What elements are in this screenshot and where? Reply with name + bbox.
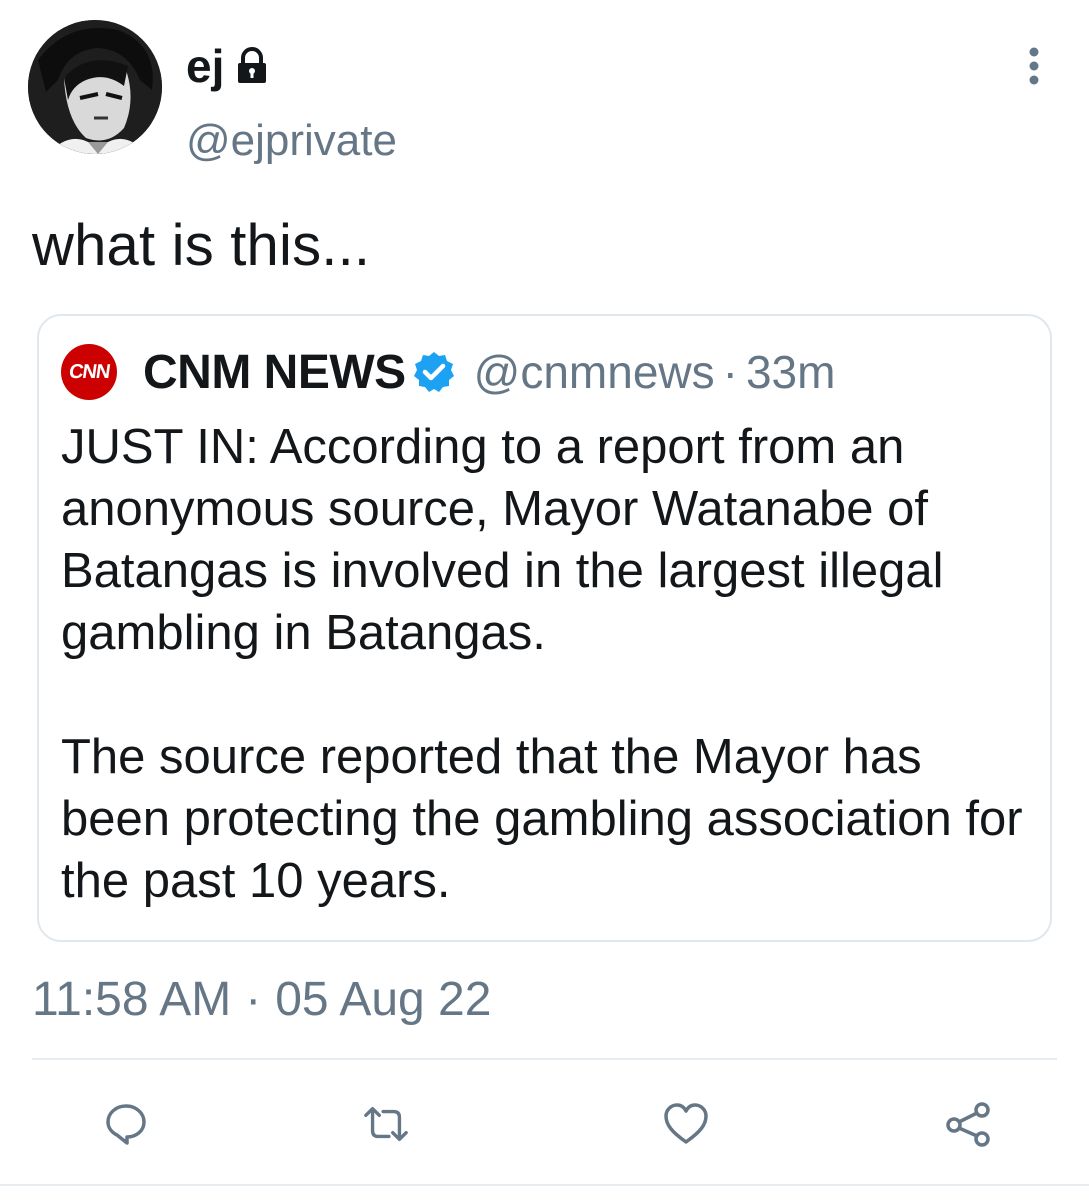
cnn-logo-text: CNN (67, 360, 111, 383)
divider (32, 1058, 1057, 1060)
avatar-image-icon (28, 20, 162, 154)
author-avatar[interactable] (28, 20, 162, 154)
tweet-time: 11:58 AM (32, 973, 232, 1026)
author-name-row: ej (186, 38, 272, 94)
heart-icon (664, 1103, 708, 1144)
quoted-tweet[interactable]: CNN CNM NEWS @cnmnews · 33m JUST IN: Acc… (37, 314, 1052, 942)
tweet-text: what is this... (32, 213, 371, 278)
lock-icon (232, 46, 272, 86)
quoted-paragraph: The source reported that the Mayor has b… (61, 730, 1023, 908)
tweet-detail: ej @ejprivate what is this... CNN CNM NE… (0, 0, 1089, 1200)
quoted-display-name[interactable]: CNM NEWS (143, 345, 406, 400)
author-display-name[interactable]: ej (186, 39, 224, 93)
retweet-button[interactable] (362, 1100, 410, 1148)
bottom-divider (0, 1184, 1089, 1186)
quoted-tweet-text: JUST IN: According to a report from an a… (61, 416, 1036, 912)
quoted-separator: · (722, 346, 738, 398)
reply-icon (106, 1104, 146, 1145)
timestamp-separator: · (245, 973, 262, 1026)
cnn-logo-avatar[interactable]: CNN (61, 344, 117, 400)
share-icon (946, 1102, 990, 1147)
quoted-paragraph: JUST IN: According to a report from an a… (61, 420, 944, 660)
reply-button[interactable] (102, 1100, 150, 1148)
tweet-timestamp[interactable]: 11:58 AM · 05 Aug 22 (32, 972, 491, 1027)
tweet-date: 05 Aug 22 (275, 973, 492, 1026)
share-button[interactable] (944, 1100, 992, 1148)
retweet-icon (364, 1106, 408, 1142)
like-button[interactable] (662, 1100, 710, 1148)
tweet-actions-bar (0, 1100, 1089, 1148)
more-options-icon[interactable] (1014, 44, 1054, 88)
quoted-tweet-header: CNN CNM NEWS @cnmnews · 33m (61, 344, 835, 400)
quoted-time: 33m (745, 346, 836, 398)
verified-badge-icon (412, 350, 456, 394)
quoted-handle[interactable]: @cnmnews (474, 345, 715, 399)
author-handle[interactable]: @ejprivate (186, 116, 397, 166)
